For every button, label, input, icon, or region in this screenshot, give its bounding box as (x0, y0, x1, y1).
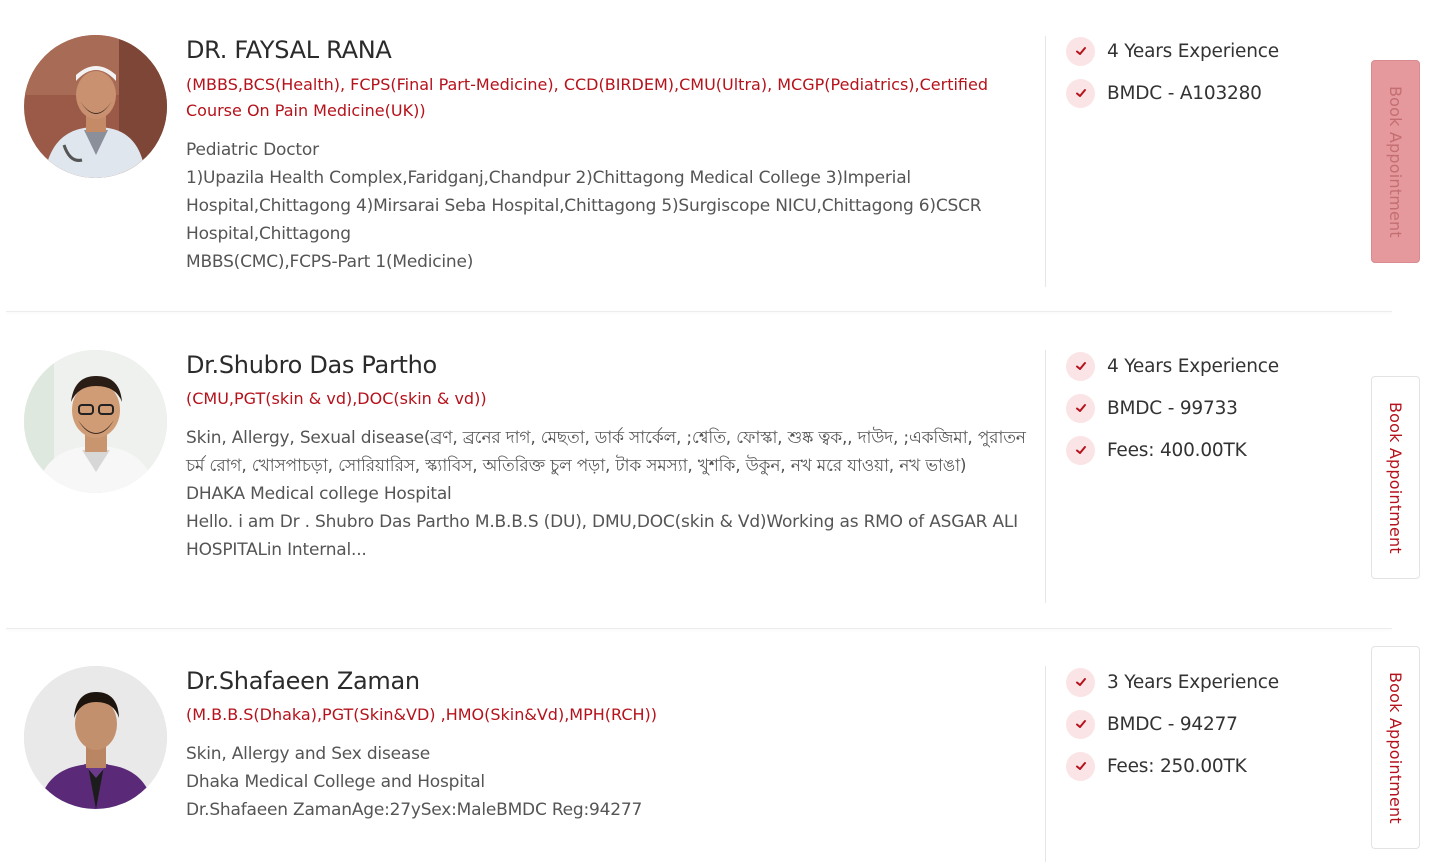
check-icon (1066, 709, 1095, 739)
doctor-specialty: Skin, Allergy and Sex disease (186, 744, 430, 764)
doctor-name[interactable]: Dr.Shafaeen Zaman (186, 667, 420, 695)
check-icon (1066, 751, 1095, 781)
fees-text: Fees: 250.00TK (1107, 755, 1247, 777)
bmdc-text: BMDC - 94277 (1107, 713, 1238, 735)
experience-stat: 3 Years Experience (1066, 667, 1279, 697)
doctor-details: Skin, Allergy and Sex disease Dhaka Medi… (186, 740, 1026, 824)
book-appointment-button[interactable]: Book Appointment (1371, 646, 1420, 849)
fees-stat: Fees: 250.00TK (1066, 751, 1247, 781)
doctor-hospital: Dhaka Medical College and Hospital (186, 772, 485, 792)
doctor-avatar (24, 666, 167, 809)
doctor-degrees: (M.B.B.S(Dhaka),PGT(Skin&VD) ,HMO(Skin&V… (186, 705, 658, 724)
book-appointment-label: Book Appointment (1386, 671, 1405, 824)
doctor-card: Dr.Shafaeen Zaman (M.B.B.S(Dhaka),PGT(Sk… (0, 0, 1441, 862)
doctor-photo-icon (24, 666, 167, 809)
experience-text: 3 Years Experience (1107, 671, 1279, 693)
bmdc-stat: BMDC - 94277 (1066, 709, 1238, 739)
column-divider (1045, 666, 1046, 862)
check-icon (1066, 667, 1095, 697)
doctor-about: Dr.Shafaeen ZamanAge:27ySex:MaleBMDC Reg… (186, 800, 643, 820)
